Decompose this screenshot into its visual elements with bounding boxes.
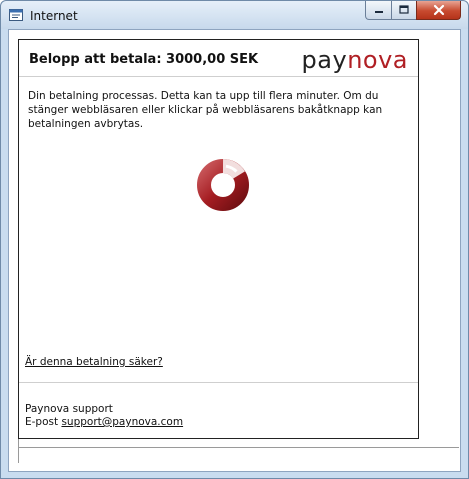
close-button[interactable] [416, 1, 461, 20]
title-bar[interactable]: Internet [1, 1, 468, 29]
payment-panel: Belopp att betala: 3000,00 SEK paynova D… [18, 39, 419, 439]
processing-message: Din betalning processas. Detta kan ta up… [28, 90, 383, 130]
support-email-link[interactable]: support@paynova.com [61, 416, 183, 428]
ie-page-icon [9, 9, 23, 21]
support-title: Paynova support [25, 403, 113, 415]
minimize-icon [374, 11, 383, 13]
window-title: Internet [30, 9, 78, 23]
support-email-row: E-post support@paynova.com [25, 416, 183, 428]
loading-spinner-icon [197, 159, 249, 211]
close-icon [433, 4, 444, 16]
minimize-button[interactable] [365, 1, 392, 20]
paynova-logo: paynova [302, 46, 408, 74]
maximize-button[interactable] [391, 1, 417, 20]
status-divider [18, 447, 459, 448]
status-vline [18, 439, 19, 463]
payment-safety-link[interactable]: Är denna betalning säker? [25, 356, 163, 368]
logo-text-nova: nova [347, 46, 408, 74]
amount-heading: Belopp att betala: 3000,00 SEK [29, 52, 259, 67]
payment-header: Belopp att betala: 3000,00 SEK paynova [19, 40, 418, 77]
maximize-icon [399, 5, 409, 14]
email-label: E-post [25, 416, 59, 428]
logo-text-pay: pay [301, 46, 348, 74]
footer-divider [19, 382, 418, 383]
